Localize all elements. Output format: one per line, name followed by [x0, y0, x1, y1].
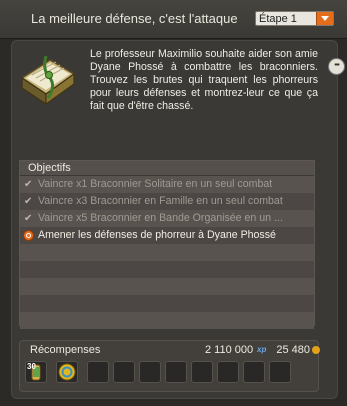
item-quantity: 30: [27, 362, 36, 371]
reward-slot-empty: [87, 361, 109, 383]
quest-description: Le professeur Maximilio souhaite aider s…: [90, 48, 318, 112]
xp-reward-value: 2 110 000: [205, 344, 254, 356]
chevron-down-icon[interactable]: [316, 12, 333, 25]
reward-slot-empty: [269, 361, 291, 383]
reward-slot-empty: [217, 361, 239, 383]
objective-target-icon[interactable]: [23, 230, 34, 241]
reward-slot-empty: [165, 361, 187, 383]
reward-slot-empty: [243, 361, 265, 383]
objective-label: Vaincre x1 Braconnier Solitaire en un se…: [38, 178, 273, 190]
rewards-header: Récompenses: [30, 344, 101, 356]
kamas-reward-value: 25 480: [276, 344, 310, 356]
reward-slot-empty: [191, 361, 213, 383]
objective-row-empty: [20, 244, 314, 261]
quest-book-icon: [20, 55, 76, 106]
objective-row-empty: [20, 278, 314, 295]
objective-row-active[interactable]: Amener les défenses de phorreur à Dyane …: [20, 227, 314, 244]
objective-row-empty: [20, 261, 314, 278]
check-icon: ✔: [24, 213, 33, 224]
xp-icon: xp: [257, 345, 267, 354]
objective-row-empty: [20, 295, 314, 312]
reward-item-slot[interactable]: [56, 361, 78, 383]
objective-row: ✔ Vaincre x3 Braconnier en Famille en un…: [20, 193, 314, 210]
objective-label: Amener les défenses de phorreur à Dyane …: [38, 229, 276, 241]
objective-row: ✔ Vaincre x1 Braconnier Solitaire en un …: [20, 176, 314, 193]
more-options-button[interactable]: •••: [328, 58, 345, 75]
objective-label: Vaincre x5 Braconnier en Bande Organisée…: [38, 212, 283, 224]
objective-row-empty: [20, 312, 314, 329]
more-options-label: •••: [334, 62, 339, 69]
step-dropdown-value: Étape 1: [259, 13, 297, 25]
objective-row: ✔ Vaincre x5 Braconnier en Bande Organis…: [20, 210, 314, 227]
objectives-header: Objectifs: [20, 161, 314, 176]
check-icon: ✔: [24, 196, 33, 207]
check-icon: ✔: [24, 179, 33, 190]
objectives-list: Objectifs ✔ Vaincre x1 Braconnier Solita…: [19, 160, 315, 329]
title-bar: La meilleure défense, c'est l'attaque Ét…: [0, 0, 347, 39]
reward-slot-empty: [113, 361, 135, 383]
reward-item-slot[interactable]: 30: [25, 361, 47, 383]
rewards-panel: Récompenses 2 110 000 xp 25 480 30: [19, 340, 320, 392]
reward-slot-empty: [139, 361, 161, 383]
step-dropdown[interactable]: Étape 1: [255, 11, 334, 26]
window-title: La meilleure défense, c'est l'attaque: [31, 11, 238, 26]
kama-icon: [312, 346, 320, 354]
gold-coin-item-icon: [58, 363, 76, 381]
objective-label: Vaincre x3 Braconnier en Famille en un s…: [38, 195, 283, 207]
